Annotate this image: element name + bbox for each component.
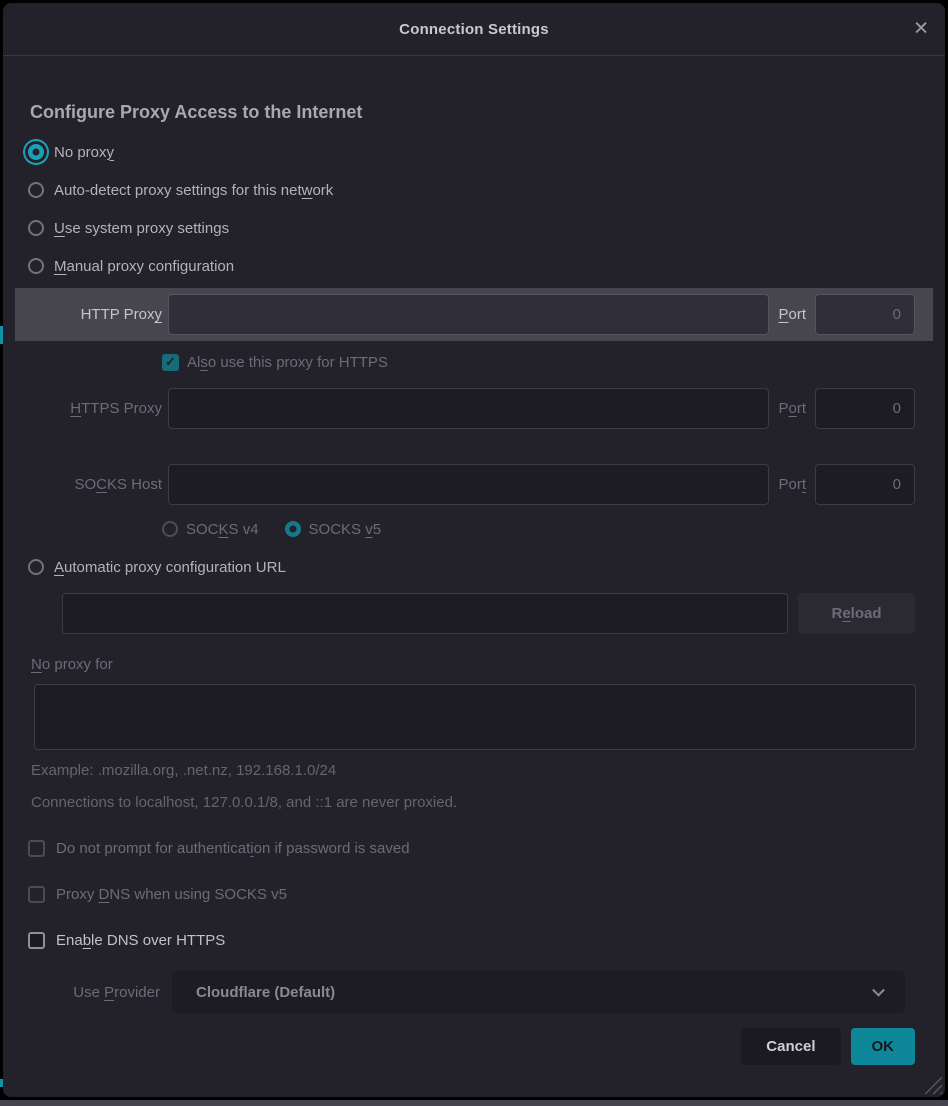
cancel-button[interactable]: Cancel <box>741 1028 840 1065</box>
checkbox-label: Proxy DNS when using SOCKS v5 <box>56 886 287 903</box>
provider-dropdown-value: Cloudflare (Default) <box>196 984 335 1001</box>
socks-v5-label[interactable]: SOCKS v5 <box>309 521 382 538</box>
checkbox-icon <box>28 840 45 857</box>
doh-provider-row: Use Provider Cloudflare (Default) <box>28 971 915 1013</box>
reload-button[interactable]: Reload <box>798 593 915 634</box>
radio-label: Use system proxy settings <box>54 220 229 237</box>
https-proxy-row: HTTPS Proxy Port <box>28 388 915 429</box>
radio-selected-icon <box>28 144 44 160</box>
socks-port-label: Port <box>778 476 806 493</box>
radio-auto-detect[interactable]: Auto-detect proxy settings for this netw… <box>28 171 915 209</box>
radio-icon <box>28 559 44 575</box>
socks-host-label: SOCKS Host <box>28 476 162 493</box>
chevron-down-icon <box>872 984 885 997</box>
use-provider-label: Use Provider <box>28 984 160 1001</box>
dialog-titlebar: Connection Settings ✕ <box>3 3 945 56</box>
no-proxy-example-text: Example: .mozilla.org, .net.nz, 192.168.… <box>31 762 915 779</box>
socks-v4-label[interactable]: SOCKS v4 <box>186 521 259 538</box>
socks-host-input[interactable] <box>168 464 769 505</box>
automatic-url-row: Reload <box>62 593 915 634</box>
checkbox-label: Also use this proxy for HTTPS <box>187 354 388 371</box>
checkbox-checked-icon: ✓ <box>162 354 179 371</box>
check-icon: ✓ <box>165 355 176 368</box>
dialog-content: Configure Proxy Access to the Internet N… <box>3 102 945 1065</box>
provider-dropdown[interactable]: Cloudflare (Default) <box>172 971 905 1013</box>
http-port-label: Port <box>778 306 806 323</box>
ok-button[interactable]: OK <box>851 1028 916 1065</box>
page-bottom-strip <box>0 1100 948 1106</box>
radio-icon-socks-v4[interactable] <box>162 521 178 537</box>
radio-label: No proxy <box>54 144 114 161</box>
http-proxy-input[interactable] <box>168 294 769 335</box>
proxy-mode-radiogroup: No proxy Auto-detect proxy settings for … <box>28 133 915 285</box>
dialog-title: Connection Settings <box>399 21 549 38</box>
https-proxy-input[interactable] <box>168 388 769 429</box>
radio-icon <box>28 220 44 236</box>
radio-selected-icon-socks-v5[interactable] <box>285 521 301 537</box>
https-port-label: Port <box>778 400 806 417</box>
http-proxy-row-highlighted: HTTP Proxy Port <box>15 288 933 341</box>
radio-label: Manual proxy configuration <box>54 258 234 275</box>
socks-host-row: SOCKS Host Port <box>28 464 915 505</box>
checkbox-proxy-dns-socks5[interactable]: Proxy DNS when using SOCKS v5 <box>28 884 915 904</box>
radio-manual-config[interactable]: Manual proxy configuration <box>28 247 915 285</box>
connection-settings-dialog: Connection Settings ✕ Configure Proxy Ac… <box>3 3 945 1097</box>
radio-use-system[interactable]: Use system proxy settings <box>28 209 915 247</box>
checkbox-icon <box>28 932 45 949</box>
http-port-input[interactable] <box>815 294 915 335</box>
http-proxy-label: HTTP Proxy <box>28 306 162 323</box>
https-proxy-label: HTTPS Proxy <box>28 400 162 417</box>
page-title: Configure Proxy Access to the Internet <box>30 102 915 123</box>
radio-label: Auto-detect proxy settings for this netw… <box>54 182 333 199</box>
radio-label: Automatic proxy configuration URL <box>54 559 286 576</box>
no-proxy-for-label: No proxy for <box>31 656 915 673</box>
radio-icon <box>28 182 44 198</box>
radio-automatic-url[interactable]: Automatic proxy configuration URL <box>28 548 915 586</box>
no-proxy-note-text: Connections to localhost, 127.0.0.1/8, a… <box>31 794 915 811</box>
radio-icon <box>28 258 44 274</box>
checkbox-enable-doh[interactable]: Enable DNS over HTTPS <box>28 930 915 950</box>
checkbox-label: Do not prompt for authentication if pass… <box>56 840 410 857</box>
automatic-url-input[interactable] <box>62 593 788 634</box>
no-proxy-for-textarea[interactable] <box>34 684 916 750</box>
radio-no-proxy[interactable]: No proxy <box>28 133 915 171</box>
checkbox-icon <box>28 886 45 903</box>
close-icon[interactable]: ✕ <box>913 20 929 39</box>
resize-grip-icon[interactable] <box>922 1074 942 1094</box>
checkbox-label: Enable DNS over HTTPS <box>56 932 225 949</box>
socks-version-radiogroup: SOCKS v4 SOCKS v5 <box>162 518 915 540</box>
dialog-footer: Cancel OK <box>28 1028 915 1065</box>
also-https-checkbox-row[interactable]: ✓ Also use this proxy for HTTPS <box>162 351 915 373</box>
checkbox-no-prompt-auth[interactable]: Do not prompt for authentication if pass… <box>28 838 915 858</box>
https-port-input[interactable] <box>815 388 915 429</box>
socks-port-input[interactable] <box>815 464 915 505</box>
